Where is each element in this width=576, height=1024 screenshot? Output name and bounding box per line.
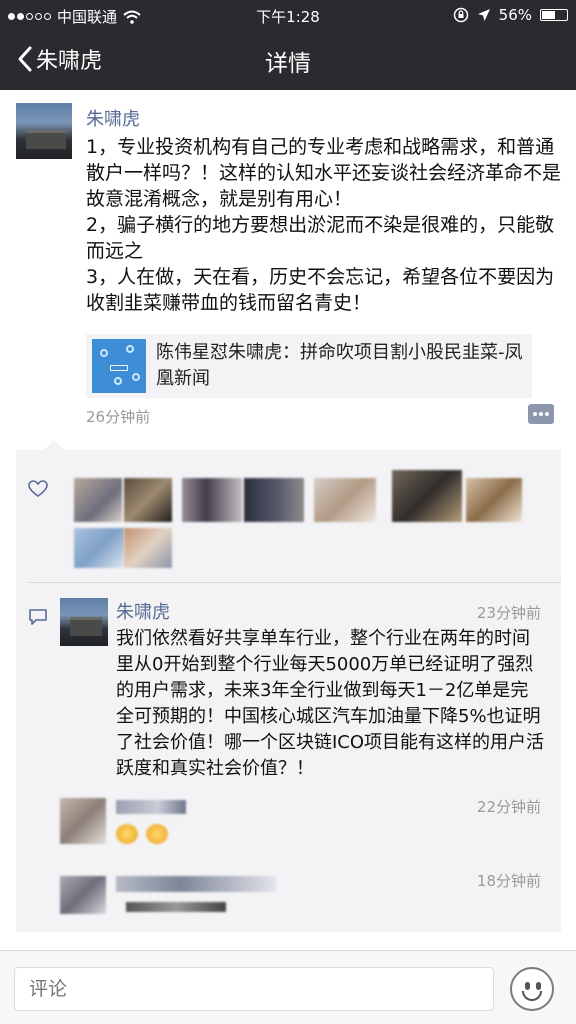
author-name[interactable]: 朱啸虎	[86, 105, 140, 131]
likes-avatar-grid[interactable]	[74, 462, 554, 572]
likes-comments-panel: 朱啸虎 23分钟前 我们依然看好共享单车行业，整个行业在两年的时间里从0开始到整…	[16, 440, 561, 932]
comment-timestamp: 22分钟前	[476, 798, 541, 816]
avatar[interactable]	[244, 478, 304, 522]
smiley-icon[interactable]	[510, 967, 554, 1011]
avatar[interactable]	[466, 478, 522, 522]
divider	[28, 582, 561, 583]
author-avatar[interactable]	[16, 103, 72, 159]
emoji-icon	[146, 824, 168, 844]
post-timestamp: 26分钟前	[86, 408, 151, 426]
comment-timestamp: 18分钟前	[476, 872, 541, 890]
comment-input-bar	[0, 950, 576, 1024]
post-paragraph: 3，人在做，天在看，历史不会忘记，希望各位不要因为收割韭菜赚带血的钱而留名青史！	[86, 266, 555, 314]
avatar[interactable]	[392, 470, 462, 522]
commenter-name[interactable]: 朱啸虎	[116, 598, 170, 624]
commenter-avatar[interactable]	[60, 598, 108, 646]
comment-icon	[29, 609, 47, 625]
rotation-lock-icon	[453, 7, 468, 23]
avatar[interactable]	[182, 478, 242, 522]
commenter-avatar[interactable]	[60, 798, 106, 844]
battery-icon	[540, 9, 568, 21]
heart-icon	[28, 480, 48, 497]
comment-text	[126, 902, 226, 912]
comment-input[interactable]	[14, 967, 494, 1011]
avatar[interactable]	[74, 478, 122, 522]
commenter-avatar[interactable]	[60, 876, 106, 914]
page-title: 详情	[265, 51, 311, 77]
avatar[interactable]	[124, 478, 172, 522]
commenter-name[interactable]	[116, 876, 276, 892]
shared-link-card[interactable]: 陈伟星怼朱啸虎：拼命吹项目割小股民韭菜-凤凰新闻	[86, 334, 532, 398]
post-paragraph: 2，骗子横行的地方要想出淤泥而不染是很难的，只能敬而远之	[86, 214, 555, 262]
avatar[interactable]	[74, 528, 124, 568]
comment-timestamp: 23分钟前	[476, 604, 541, 622]
avatar[interactable]	[124, 528, 172, 568]
avatar[interactable]	[314, 478, 376, 522]
emoji-icon	[116, 824, 138, 844]
commenter-name[interactable]	[116, 800, 186, 814]
battery-percent: 56%	[498, 6, 532, 24]
status-bar: 中国联通 下午1:28 56%	[0, 0, 576, 30]
link-title: 陈伟星怼朱啸虎：拼命吹项目割小股民韭菜-凤凰新闻	[156, 342, 523, 389]
link-thumbnail	[92, 339, 146, 393]
comment-action-button[interactable]	[528, 404, 554, 424]
post-paragraph: 1，专业投资机构有自己的专业考虑和战略需求，和普通散户一样吗？！这样的认知水平还…	[86, 136, 562, 210]
location-arrow-icon	[477, 9, 490, 21]
comment-text: 我们依然看好共享单车行业，整个行业在两年的时间里从0开始到整个行业每天5000万…	[116, 628, 545, 779]
post-body: 1，专业投资机构有自己的专业考虑和战略需求，和普通散户一样吗？！这样的认知水平还…	[86, 134, 566, 316]
navigation-bar: 朱啸虎 详情	[0, 30, 576, 90]
